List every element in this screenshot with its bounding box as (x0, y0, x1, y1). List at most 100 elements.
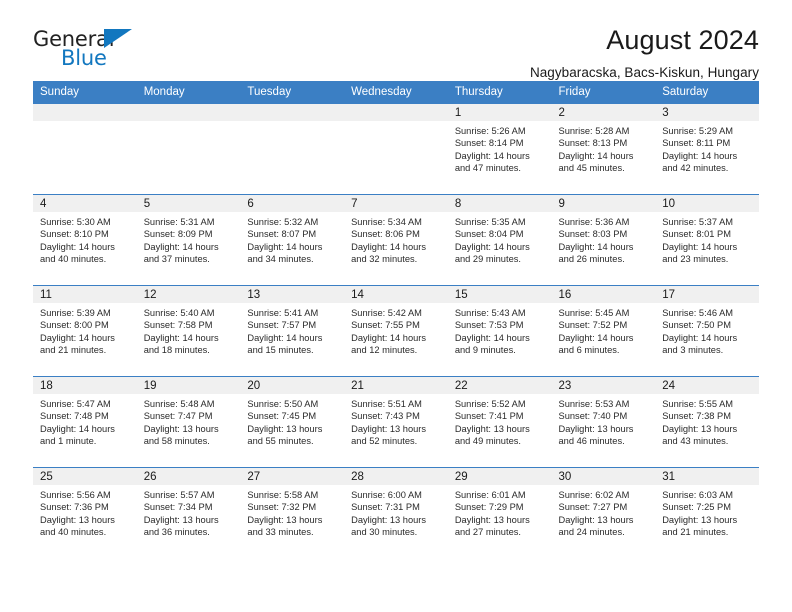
day-cell-19[interactable]: 19 Sunrise: 5:48 AM Sunset: 7:47 PM Dayligh… (136, 377, 241, 467)
day-cell-29[interactable]: 29 Sunrise: 6:01 AM Sunset: 7:29 PM Dayligh… (447, 468, 552, 558)
day-details: Sunrise: 6:00 AM Sunset: 7:31 PM Daylight:… (344, 485, 448, 538)
calendar-week-row: 25 Sunrise: 5:56 AM Sunset: 7:36 PM Dayligh… (33, 467, 759, 558)
title-block: August 2024 Nagybaracska, Bacs-Kiskun, H… (530, 25, 759, 79)
day-cell-12[interactable]: 12 Sunrise: 5:40 AM Sunset: 7:58 PM Dayligh… (136, 286, 241, 376)
daylight-duration: Daylight: 14 hours and 45 minutes. (558, 150, 634, 173)
day-details: Sunrise: 6:02 AM Sunset: 7:27 PM Daylight:… (552, 485, 656, 538)
day-number: 31 (655, 468, 759, 485)
day-cell-6[interactable]: 6 Sunrise: 5:32 AM Sunset: 8:07 PM Daylight… (240, 195, 345, 285)
day-number: 8 (447, 195, 552, 212)
day-number: 2 (551, 104, 656, 121)
calendar-cell: 5 Sunrise: 5:31 AM Sunset: 8:09 PM Daylight… (136, 194, 241, 286)
general-blue-logo[interactable]: General Blue (33, 26, 143, 74)
day-details: Sunrise: 5:43 AM Sunset: 7:53 PM Daylight:… (448, 303, 552, 356)
day-number: 23 (551, 377, 656, 394)
sunset-time: Sunset: 7:45 PM (247, 411, 317, 422)
day-cell-22[interactable]: 22 Sunrise: 5:52 AM Sunset: 7:41 PM Dayligh… (447, 377, 552, 467)
sunset-time: Sunset: 8:13 PM (558, 138, 628, 149)
sunset-time: Sunset: 7:50 PM (662, 320, 731, 331)
day-number: 10 (655, 195, 759, 212)
day-cell-5[interactable]: 5 Sunrise: 5:31 AM Sunset: 8:09 PM Daylight… (136, 195, 241, 285)
day-number: 22 (447, 377, 552, 394)
sunrise-time: Sunrise: 5:31 AM (143, 217, 215, 227)
calendar-cell: 28 Sunrise: 6:00 AM Sunset: 7:31 PM Dayligh… (344, 467, 448, 558)
calendar-cell: 14 Sunrise: 5:42 AM Sunset: 7:55 PM Dayligh… (344, 285, 448, 377)
day-cell-24[interactable]: 24 Sunrise: 5:55 AM Sunset: 7:38 PM Dayligh… (655, 377, 759, 467)
day-cell-1[interactable]: 1 Sunrise: 5:26 AM Sunset: 8:14 PM Daylight… (447, 104, 552, 194)
calendar-header-row: Sunday Monday Tuesday Wednesday Thursday Frid… (33, 81, 759, 104)
day-cell-18[interactable]: 18 Sunrise: 5:47 AM Sunset: 7:48 PM Dayligh… (33, 377, 137, 467)
day-cell-10[interactable]: 10 Sunrise: 5:37 AM Sunset: 8:01 PM Dayligh… (655, 195, 759, 285)
daylight-duration: Daylight: 13 hours and 52 minutes. (351, 423, 427, 446)
sunset-time: Sunset: 7:58 PM (143, 320, 213, 331)
day-cell-11[interactable]: 11 Sunrise: 5:39 AM Sunset: 8:00 PM Dayligh… (33, 286, 137, 376)
sunrise-time: Sunrise: 5:48 AM (143, 399, 215, 409)
sunrise-time: Sunrise: 5:36 AM (558, 217, 630, 227)
daylight-duration: Daylight: 13 hours and 27 minutes. (454, 514, 530, 537)
day-cell-27[interactable]: 27 Sunrise: 5:58 AM Sunset: 7:32 PM Dayligh… (240, 468, 345, 558)
daylight-duration: Daylight: 13 hours and 24 minutes. (558, 514, 634, 537)
calendar-cell: 20 Sunrise: 5:50 AM Sunset: 7:45 PM Dayligh… (240, 376, 345, 468)
sunrise-time: Sunrise: 5:30 AM (40, 217, 111, 227)
day-cell-30[interactable]: 30 Sunrise: 6:02 AM Sunset: 7:27 PM Dayligh… (551, 468, 656, 558)
sunset-time: Sunset: 8:10 PM (40, 229, 109, 240)
day-number: 3 (655, 104, 759, 121)
day-cell-25[interactable]: 25 Sunrise: 5:56 AM Sunset: 7:36 PM Dayligh… (33, 468, 137, 558)
day-cell-7[interactable]: 7 Sunrise: 5:34 AM Sunset: 8:06 PM Daylight… (344, 195, 448, 285)
day-cell-3[interactable]: 3 Sunrise: 5:29 AM Sunset: 8:11 PM Daylight… (655, 104, 759, 194)
day-cell-8[interactable]: 8 Sunrise: 5:35 AM Sunset: 8:04 PM Daylight… (447, 195, 552, 285)
sunrise-time: Sunrise: 6:01 AM (454, 490, 526, 500)
weekday-header-friday: Friday (551, 81, 656, 104)
sunrise-time: Sunrise: 6:02 AM (558, 490, 630, 500)
day-cell-15[interactable]: 15 Sunrise: 5:43 AM Sunset: 7:53 PM Dayligh… (447, 286, 552, 376)
calendar-cell: 4 Sunrise: 5:30 AM Sunset: 8:10 PM Daylight… (33, 194, 137, 286)
day-cell-31[interactable]: 31 Sunrise: 6:03 AM Sunset: 7:25 PM Dayligh… (655, 468, 759, 558)
sunset-time: Sunset: 8:14 PM (454, 138, 524, 149)
day-cell-23[interactable]: 23 Sunrise: 5:53 AM Sunset: 7:40 PM Dayligh… (551, 377, 656, 467)
day-details: Sunrise: 5:45 AM Sunset: 7:52 PM Daylight:… (552, 303, 656, 356)
sunrise-time: Sunrise: 5:26 AM (454, 126, 526, 136)
sunset-time: Sunset: 7:34 PM (143, 502, 213, 513)
sunset-time: Sunset: 8:01 PM (662, 229, 731, 240)
day-details: Sunrise: 5:26 AM Sunset: 8:14 PM Daylight:… (448, 121, 552, 174)
sunset-time: Sunset: 8:03 PM (558, 229, 628, 240)
sunrise-time: Sunrise: 5:28 AM (558, 126, 630, 136)
calendar-week-row: 1 Sunrise: 5:26 AM Sunset: 8:14 PM Daylight… (33, 103, 759, 195)
sunset-time: Sunset: 7:40 PM (558, 411, 628, 422)
day-number: 5 (136, 195, 241, 212)
calendar-cell (136, 103, 241, 195)
day-cell-26[interactable]: 26 Sunrise: 5:57 AM Sunset: 7:34 PM Dayligh… (136, 468, 241, 558)
day-cell-2[interactable]: 2 Sunrise: 5:28 AM Sunset: 8:13 PM Daylight… (551, 104, 656, 194)
day-cell-14[interactable]: 14 Sunrise: 5:42 AM Sunset: 7:55 PM Dayligh… (344, 286, 448, 376)
day-details: Sunrise: 5:53 AM Sunset: 7:40 PM Daylight:… (552, 394, 656, 447)
daylight-duration: Daylight: 13 hours and 33 minutes. (247, 514, 323, 537)
day-details: Sunrise: 5:35 AM Sunset: 8:04 PM Daylight:… (448, 212, 552, 265)
sunset-time: Sunset: 7:36 PM (40, 502, 109, 513)
daylight-duration: Daylight: 14 hours and 6 minutes. (558, 332, 634, 355)
day-number: 21 (344, 377, 448, 394)
sunset-time: Sunset: 7:38 PM (662, 411, 731, 422)
day-details: Sunrise: 5:42 AM Sunset: 7:55 PM Daylight:… (344, 303, 448, 356)
weekday-header-wednesday: Wednesday (344, 81, 448, 104)
daylight-duration: Daylight: 14 hours and 1 minute. (40, 423, 115, 446)
sunrise-time: Sunrise: 5:35 AM (454, 217, 526, 227)
sunset-time: Sunset: 7:55 PM (351, 320, 420, 331)
day-cell-13[interactable]: 13 Sunrise: 5:41 AM Sunset: 7:57 PM Dayligh… (240, 286, 345, 376)
sunrise-time: Sunrise: 6:03 AM (662, 490, 734, 500)
day-details: Sunrise: 5:39 AM Sunset: 8:00 PM Daylight:… (33, 303, 137, 356)
calendar-cell: 6 Sunrise: 5:32 AM Sunset: 8:07 PM Daylight… (240, 194, 345, 286)
daylight-duration: Daylight: 13 hours and 36 minutes. (143, 514, 219, 537)
sunset-time: Sunset: 7:57 PM (247, 320, 317, 331)
day-cell-21[interactable]: 21 Sunrise: 5:51 AM Sunset: 7:43 PM Dayligh… (344, 377, 448, 467)
day-cell-17[interactable]: 17 Sunrise: 5:46 AM Sunset: 7:50 PM Dayligh… (655, 286, 759, 376)
day-details: Sunrise: 5:30 AM Sunset: 8:10 PM Daylight:… (33, 212, 137, 265)
day-cell-20[interactable]: 20 Sunrise: 5:50 AM Sunset: 7:45 PM Dayligh… (240, 377, 345, 467)
day-details: Sunrise: 5:32 AM Sunset: 8:07 PM Daylight:… (240, 212, 344, 265)
day-cell-28[interactable]: 28 Sunrise: 6:00 AM Sunset: 7:31 PM Dayligh… (344, 468, 448, 558)
daylight-duration: Daylight: 14 hours and 26 minutes. (558, 241, 634, 264)
day-cell-16[interactable]: 16 Sunrise: 5:45 AM Sunset: 7:52 PM Dayligh… (551, 286, 656, 376)
day-cell-4[interactable]: 4 Sunrise: 5:30 AM Sunset: 8:10 PM Daylight… (33, 195, 137, 285)
day-cell-9[interactable]: 9 Sunrise: 5:36 AM Sunset: 8:03 PM Daylight… (551, 195, 656, 285)
day-number (136, 104, 241, 121)
sunrise-time: Sunrise: 5:29 AM (662, 126, 734, 136)
